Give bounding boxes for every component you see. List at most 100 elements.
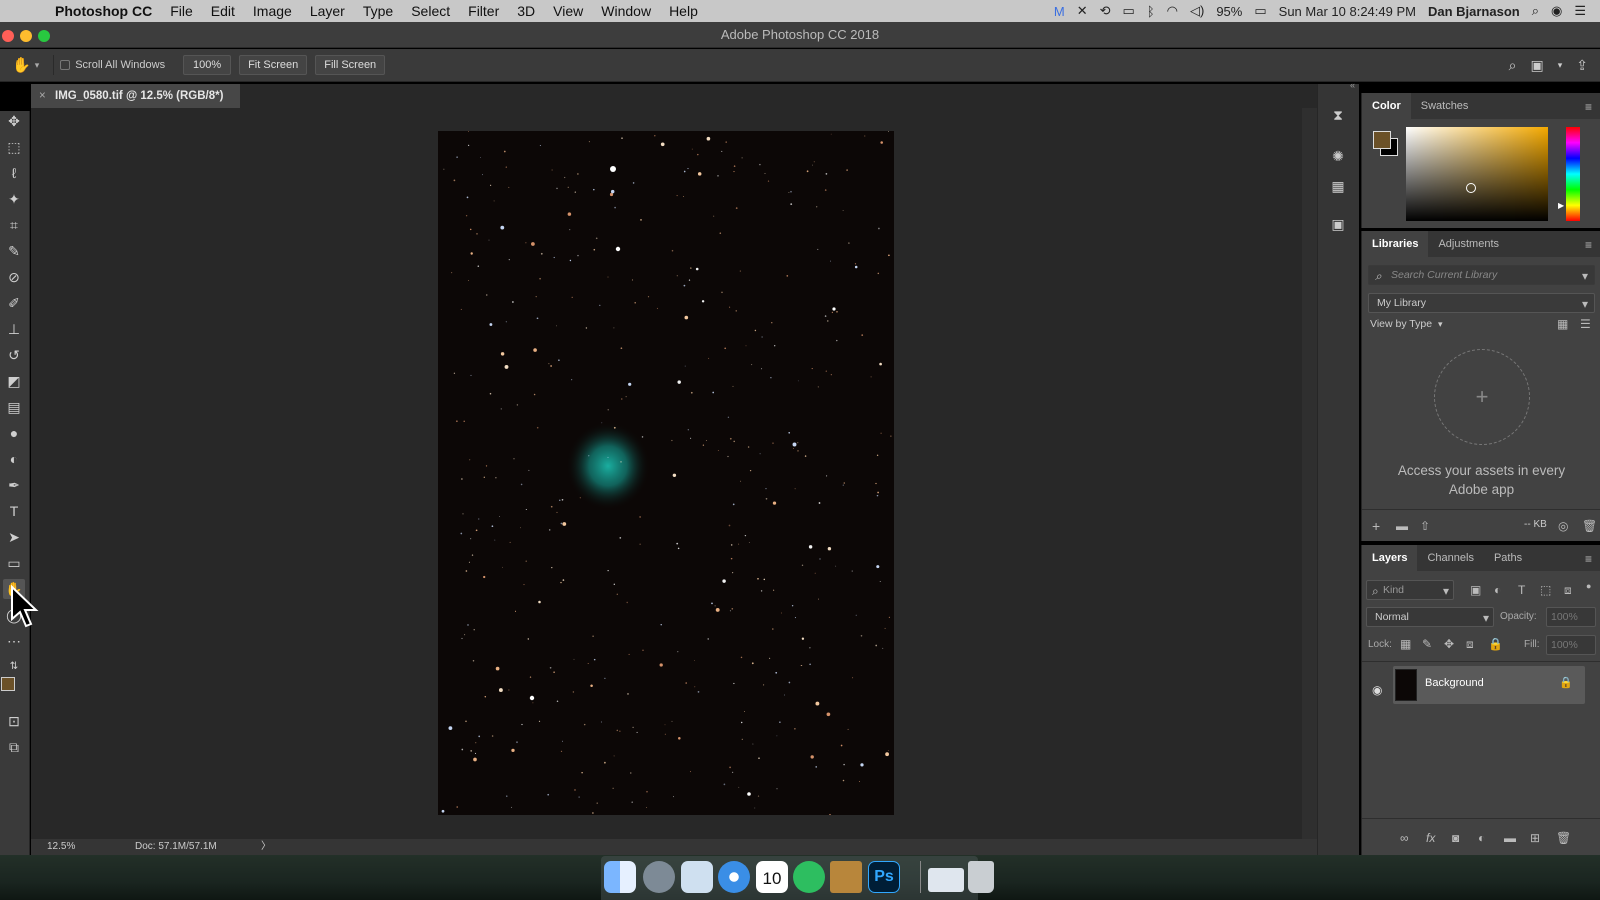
lock-position-icon[interactable]: ✥: [1444, 637, 1454, 651]
eraser-tool-icon[interactable]: ◩: [3, 371, 25, 391]
add-asset-circle[interactable]: +: [1434, 349, 1530, 445]
layer-kind-filter[interactable]: ⌕ Kind ▾: [1366, 580, 1454, 600]
rectangle-tool-icon[interactable]: ▭: [3, 553, 25, 573]
marquee-tool-icon[interactable]: ⬚: [3, 137, 25, 157]
calendar-icon[interactable]: 10: [756, 861, 788, 893]
preview-icon[interactable]: [681, 861, 713, 893]
type-filter-icon[interactable]: T: [1518, 583, 1525, 597]
opacity-input[interactable]: 100%: [1546, 607, 1596, 627]
path-selection-tool-icon[interactable]: ➤: [3, 527, 25, 547]
zoom-window-button[interactable]: [38, 30, 50, 42]
safari-icon[interactable]: [718, 861, 750, 893]
close-icon[interactable]: ×: [39, 84, 46, 108]
menu-type[interactable]: Type: [354, 3, 402, 19]
user-name[interactable]: Dan Bjarnason: [1428, 4, 1520, 19]
workspace-icon[interactable]: ▣: [1531, 57, 1544, 74]
lock-transparent-icon[interactable]: ▦: [1400, 637, 1411, 651]
filter-toggle-icon[interactable]: ●: [1586, 579, 1591, 593]
smart-object-filter-icon[interactable]: ⧈: [1564, 583, 1572, 597]
menu-window[interactable]: Window: [592, 3, 660, 19]
history-brush-tool-icon[interactable]: ↺: [3, 345, 25, 365]
menu-view[interactable]: View: [544, 3, 592, 19]
color-field[interactable]: [1406, 127, 1548, 221]
magic-wand-tool-icon[interactable]: ✦: [3, 189, 25, 209]
new-layer-icon[interactable]: ⊞: [1530, 831, 1540, 845]
launchpad-icon[interactable]: [643, 861, 675, 893]
blend-mode-select[interactable]: Normal ▾: [1366, 607, 1494, 627]
hue-slider[interactable]: [1566, 127, 1580, 221]
fit-screen-button[interactable]: Fit Screen: [239, 55, 308, 75]
wifi-icon[interactable]: ◠: [1167, 3, 1178, 19]
hand-tool-preset-icon[interactable]: ✋: [12, 56, 31, 74]
tab-adjustments[interactable]: Adjustments: [1428, 231, 1509, 257]
history-panel-icon[interactable]: ⧗: [1329, 106, 1347, 124]
share-icon[interactable]: ⇪: [1576, 57, 1588, 74]
properties-panel-icon[interactable]: ✺: [1329, 147, 1347, 165]
collapse-icon[interactable]: «: [1350, 80, 1355, 90]
screen-mode-icon[interactable]: ⧉: [3, 737, 25, 757]
blur-tool-icon[interactable]: ●: [3, 423, 25, 443]
hue-slider-handle-icon[interactable]: ▶: [1558, 201, 1564, 210]
battery-icon[interactable]: ▭: [1254, 3, 1266, 19]
minimize-window-button[interactable]: [20, 30, 32, 42]
brush-tool-icon[interactable]: ✐: [3, 293, 25, 313]
panel-menu-icon[interactable]: ≡: [1585, 552, 1592, 566]
chevron-down-icon[interactable]: ▾: [35, 60, 40, 71]
tab-channels[interactable]: Channels: [1417, 545, 1483, 571]
finder-icon[interactable]: [604, 861, 636, 893]
menu-help[interactable]: Help: [660, 3, 707, 19]
spotlight-icon[interactable]: ⌕: [1532, 3, 1539, 19]
folder-icon[interactable]: ▬: [1396, 519, 1408, 533]
visibility-eye-icon[interactable]: ◉: [1372, 683, 1382, 697]
menu-image[interactable]: Image: [244, 3, 301, 19]
clone-stamp-tool-icon[interactable]: ⊥: [3, 319, 25, 339]
library-search-input[interactable]: ⌕ Search Current Library ▾: [1368, 265, 1595, 285]
grid-view-icon[interactable]: ▦: [1557, 317, 1568, 331]
lock-all-icon[interactable]: 🔒: [1488, 637, 1503, 651]
info-panel-icon[interactable]: ▣: [1329, 215, 1347, 233]
bluetooth-icon[interactable]: ᛒ: [1147, 4, 1155, 19]
menu-filter[interactable]: Filter: [459, 3, 508, 19]
zoom-100-button[interactable]: 100%: [183, 55, 232, 75]
add-mask-icon[interactable]: ◙: [1452, 831, 1459, 845]
view-by-type-dropdown[interactable]: View by Type ▾: [1370, 318, 1443, 330]
search-icon[interactable]: ⌕: [1509, 57, 1517, 74]
menu-edit[interactable]: Edit: [202, 3, 244, 19]
quick-mask-icon[interactable]: ⊡: [3, 711, 25, 731]
adjustment-filter-icon[interactable]: ◐: [1494, 583, 1501, 597]
volume-icon[interactable]: ◁): [1190, 3, 1204, 19]
chevron-down-icon[interactable]: ▾: [1558, 60, 1563, 71]
move-tool-icon[interactable]: ✥: [3, 111, 25, 131]
evernote-icon[interactable]: [793, 861, 825, 893]
panel-menu-icon[interactable]: ≡: [1585, 100, 1592, 114]
delete-layer-icon[interactable]: 🗑: [1556, 831, 1571, 845]
fx-icon[interactable]: fx: [1426, 831, 1435, 845]
menu-3d[interactable]: 3D: [508, 3, 544, 19]
menu-layer[interactable]: Layer: [301, 3, 354, 19]
battery-percent[interactable]: 95%: [1216, 4, 1242, 19]
cloud-sync-icon[interactable]: ◎: [1558, 519, 1568, 533]
type-tool-icon[interactable]: T: [3, 501, 25, 521]
new-group-icon[interactable]: ▬: [1504, 831, 1516, 845]
library-select[interactable]: My Library ▾: [1368, 293, 1595, 313]
tab-swatches[interactable]: Swatches: [1411, 93, 1479, 119]
airplay-icon[interactable]: ▭: [1123, 3, 1135, 19]
lasso-tool-icon[interactable]: ℓ: [3, 163, 25, 183]
link-layers-icon[interactable]: ∞: [1400, 831, 1409, 845]
shape-filter-icon[interactable]: ⬚: [1540, 583, 1551, 597]
notes-folder-icon[interactable]: [830, 861, 862, 893]
scroll-all-windows-checkbox[interactable]: Scroll All Windows: [60, 59, 165, 71]
list-view-icon[interactable]: ☰: [1580, 317, 1591, 331]
fg-color-chip[interactable]: [1373, 131, 1391, 149]
tab-paths[interactable]: Paths: [1484, 545, 1532, 571]
trash-icon[interactable]: [968, 861, 994, 893]
pen-tool-icon[interactable]: ✒: [3, 475, 25, 495]
menu-file[interactable]: File: [161, 3, 202, 19]
siri-icon[interactable]: ◉: [1551, 3, 1562, 19]
foreground-color-swatch[interactable]: [1, 677, 15, 691]
gradient-tool-icon[interactable]: ▤: [3, 397, 25, 417]
tab-layers[interactable]: Layers: [1362, 545, 1418, 571]
swap-colors-icon[interactable]: ⇅: [3, 657, 25, 677]
panel-menu-icon[interactable]: ≡: [1585, 238, 1592, 252]
pixel-filter-icon[interactable]: ▣: [1470, 583, 1481, 597]
